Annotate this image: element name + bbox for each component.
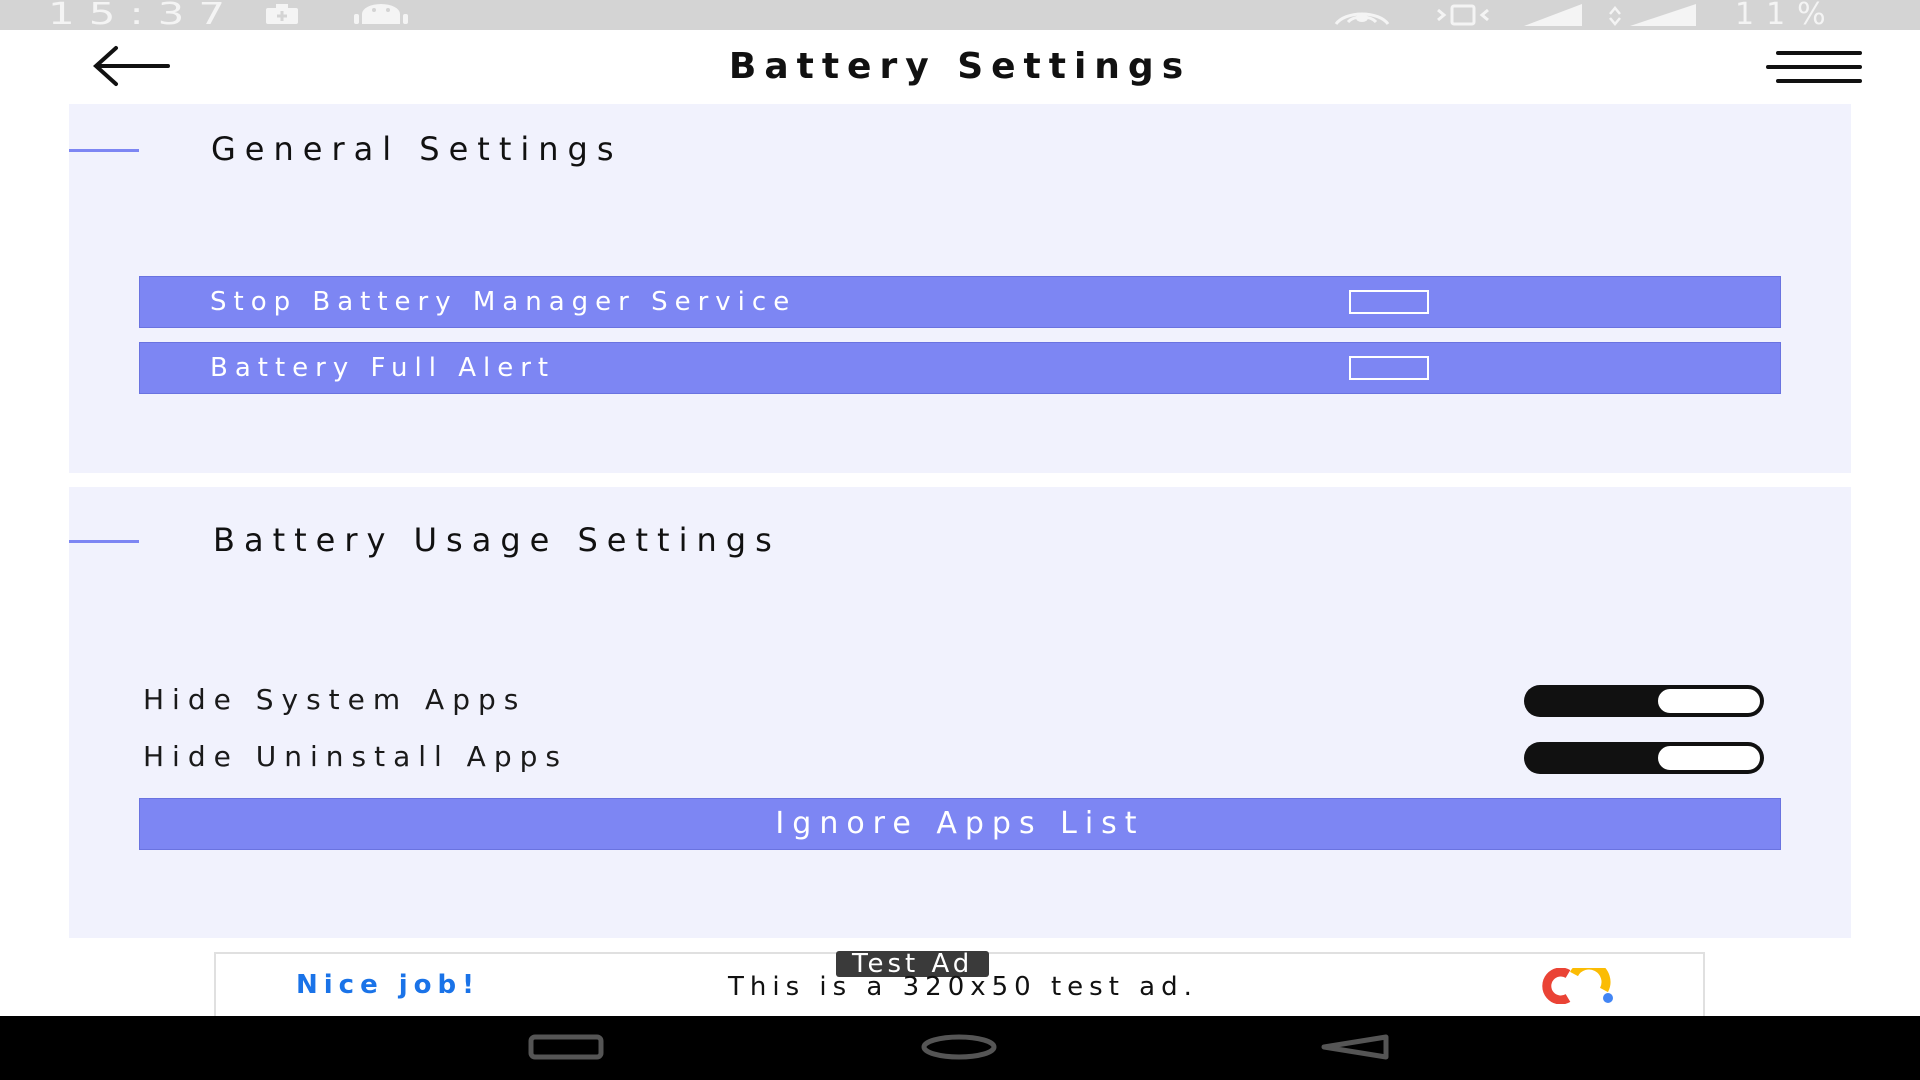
hotspot-icon [1334,12,1390,25]
status-time: 15:37 [48,0,240,32]
stop-service-row[interactable]: Stop Battery Manager Service [139,276,1781,328]
vibrate-icon [1437,4,1489,26]
status-bar: 15:37 11% [0,0,1920,30]
battery-full-alert-row[interactable]: Battery Full Alert [139,342,1781,394]
toggle-knob [1656,744,1762,772]
ad-headline[interactable]: Nice job! [296,970,480,1000]
hamburger-menu-icon[interactable] [1766,50,1862,86]
recent-apps-icon[interactable] [528,1034,604,1060]
ad-banner[interactable]: Test Ad Nice job! This is a 320x50 test … [214,951,1705,1016]
back-nav-icon[interactable] [1320,1034,1390,1060]
ad-logo-icon [1542,968,1613,1004]
general-settings-title: General Settings [211,130,623,168]
ad-description: This is a 320x50 test ad. [728,972,1198,1002]
signal-icon [1524,4,1582,26]
android-icon [354,4,408,24]
battery-usage-section: Battery Usage Settings Hide System Apps … [69,487,1851,938]
navigation-bar [0,1016,1920,1080]
stop-service-label: Stop Battery Manager Service [210,287,797,317]
hide-system-apps-row: Hide System Apps [143,681,1764,721]
hide-system-apps-toggle[interactable] [1524,685,1764,717]
battery-usage-title: Battery Usage Settings [213,521,781,559]
general-settings-section: General Settings Stop Battery Manager Se… [69,104,1851,473]
battery-full-alert-label: Battery Full Alert [210,353,556,383]
hide-uninstall-apps-label: Hide Uninstall Apps [143,740,568,773]
page-title: Battery Settings [728,46,1192,87]
battery-saver-icon [266,4,298,24]
app-bar: Battery Settings [0,30,1920,104]
hide-system-apps-label: Hide System Apps [143,683,527,716]
battery-full-alert-checkbox[interactable] [1349,356,1429,380]
section-accent-line [69,540,139,543]
section-accent-line [69,149,139,152]
hide-uninstall-apps-toggle[interactable] [1524,742,1764,774]
toggle-knob [1656,687,1762,715]
hide-uninstall-apps-row: Hide Uninstall Apps [143,738,1764,778]
4g-icon [1609,4,1696,26]
stop-service-checkbox[interactable] [1349,290,1429,314]
ignore-apps-list-button[interactable]: Ignore Apps List [139,798,1781,850]
battery-percent: 11% [1735,0,1838,32]
home-icon[interactable] [920,1034,998,1060]
